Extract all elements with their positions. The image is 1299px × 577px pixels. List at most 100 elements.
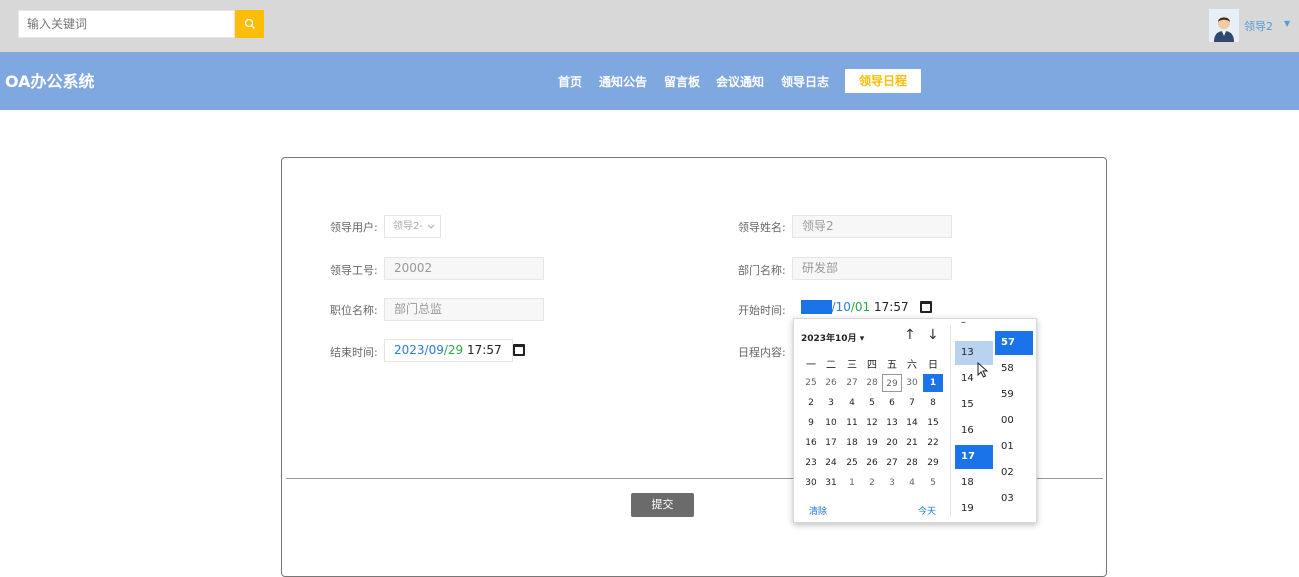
- start-day: 01: [854, 300, 871, 314]
- minute-option[interactable]: 01: [995, 435, 1033, 459]
- calendar-day[interactable]: 10: [821, 414, 841, 432]
- calendar-day[interactable]: 25: [801, 374, 821, 392]
- search-input[interactable]: [18, 10, 235, 38]
- picker-separator: [950, 325, 951, 517]
- calendar-day[interactable]: 7: [902, 394, 922, 412]
- end-time-field[interactable]: 2023/09/29 17:57: [384, 339, 526, 362]
- hour-option[interactable]: 16: [955, 419, 993, 443]
- nav-item-meetings[interactable]: 会议通知: [716, 73, 764, 90]
- calendar-day[interactable]: 13: [882, 414, 902, 432]
- brand-title: OA办公系统: [5, 72, 95, 91]
- nav-item-leader-log[interactable]: 领导日志: [781, 73, 829, 90]
- user-name[interactable]: 领导2: [1244, 18, 1273, 34]
- month-selector[interactable]: 2023年10月 ▾: [801, 331, 864, 344]
- calendar-day[interactable]: 27: [882, 454, 902, 472]
- calendar-day[interactable]: 22: [923, 434, 943, 452]
- end-year: 2023: [394, 343, 425, 357]
- calendar-day[interactable]: 16: [801, 434, 821, 452]
- next-month-arrow-icon[interactable]: ↓: [927, 327, 939, 343]
- calendar-day[interactable]: 25: [842, 454, 862, 472]
- calendar-icon[interactable]: [920, 301, 933, 313]
- calendar-icon[interactable]: [513, 344, 526, 356]
- search-icon: [244, 18, 255, 29]
- minute-option[interactable]: 03: [995, 487, 1033, 511]
- leader-name-field[interactable]: 领导2: [792, 215, 952, 238]
- calendar-day[interactable]: 23: [801, 454, 821, 472]
- calendar-day[interactable]: 4: [842, 394, 862, 412]
- minute-option[interactable]: 59: [995, 383, 1033, 407]
- leader-no-field[interactable]: 20002: [384, 257, 544, 280]
- weekday-label: 四: [867, 360, 877, 371]
- calendar-day[interactable]: 31: [821, 474, 841, 492]
- calendar-day[interactable]: 19: [862, 434, 882, 452]
- nav-item-home[interactable]: 首页: [558, 73, 582, 90]
- today-button[interactable]: 今天: [918, 504, 936, 517]
- start-month: 10: [835, 300, 851, 314]
- hour-option[interactable]: 15: [955, 393, 993, 417]
- avatar[interactable]: [1209, 9, 1239, 42]
- calendar-day[interactable]: 28: [862, 374, 882, 392]
- hour-option-selected[interactable]: 17: [955, 445, 993, 469]
- calendar-day[interactable]: 26: [821, 374, 841, 392]
- nav-bar: OA办公系统 首页 通知公告 留言板 会议通知 领导日志 领导日程: [0, 52, 1299, 110]
- nav-item-leader-schedule[interactable]: 领导日程: [845, 69, 921, 93]
- weekday-label: 日: [928, 360, 938, 371]
- dept-label: 部门名称:: [738, 264, 786, 277]
- weekday-label: 二: [826, 360, 836, 371]
- calendar-day[interactable]: 15: [923, 414, 943, 432]
- weekday-label: 六: [907, 360, 917, 371]
- position-field[interactable]: 部门总监: [384, 298, 544, 321]
- calendar-day[interactable]: 12: [862, 414, 882, 432]
- calendar-day[interactable]: 27: [842, 374, 862, 392]
- calendar-day[interactable]: 21: [902, 434, 922, 452]
- calendar-day[interactable]: 26: [862, 454, 882, 472]
- position-label: 职位名称:: [330, 304, 378, 317]
- leader-user-select[interactable]: 领导2-: [384, 215, 441, 238]
- dept-field[interactable]: 研发部: [792, 257, 952, 280]
- nav-item-notices[interactable]: 通知公告: [599, 73, 647, 90]
- calendar-day[interactable]: 11: [842, 414, 862, 432]
- leader-name-label: 领导姓名:: [738, 221, 786, 234]
- calendar-day[interactable]: 2: [801, 394, 821, 412]
- prev-month-arrow-icon[interactable]: ↑: [904, 327, 916, 343]
- calendar-day[interactable]: 14: [902, 414, 922, 432]
- calendar-day[interactable]: 1: [842, 474, 862, 492]
- datetime-picker: 2023年10月 ▾ ↑ ↓ 一 二 三 四 五 六 日 25 26 27 28…: [793, 317, 1037, 523]
- calendar-day[interactable]: 5: [923, 474, 943, 492]
- clear-button[interactable]: 清除: [809, 504, 827, 517]
- end-month: 09: [428, 343, 444, 357]
- content-label: 日程内容:: [738, 346, 786, 359]
- end-time-label: 结束时间:: [330, 346, 378, 359]
- calendar-day[interactable]: 3: [821, 394, 841, 412]
- calendar-day[interactable]: 18: [842, 434, 862, 452]
- calendar-day[interactable]: 24: [821, 454, 841, 472]
- submit-button[interactable]: 提交: [631, 493, 694, 517]
- start-time-field[interactable]: 2023/10/01 17:57: [801, 300, 933, 314]
- calendar-day[interactable]: 28: [902, 454, 922, 472]
- calendar-day[interactable]: 8: [923, 394, 943, 412]
- calendar-day[interactable]: 30: [902, 374, 922, 392]
- hour-option[interactable]: 18: [955, 471, 993, 495]
- hour-option[interactable]: 19: [955, 497, 993, 521]
- calendar-day[interactable]: 3: [882, 474, 902, 492]
- chevron-down-icon[interactable]: ▼: [1284, 19, 1290, 28]
- hour-option[interactable]: –: [955, 317, 993, 331]
- minute-option-selected[interactable]: 57: [995, 331, 1033, 355]
- calendar-day[interactable]: 5: [862, 394, 882, 412]
- minute-option[interactable]: 58: [995, 357, 1033, 381]
- calendar-day[interactable]: 20: [882, 434, 902, 452]
- calendar-day[interactable]: 2: [862, 474, 882, 492]
- calendar-day[interactable]: 29: [923, 454, 943, 472]
- calendar-day-today[interactable]: 29: [882, 374, 902, 392]
- calendar-day[interactable]: 9: [801, 414, 821, 432]
- calendar-day[interactable]: 30: [801, 474, 821, 492]
- weekday-label: 五: [887, 360, 897, 371]
- calendar-day[interactable]: 17: [821, 434, 841, 452]
- calendar-day[interactable]: 4: [902, 474, 922, 492]
- minute-option[interactable]: 00: [995, 409, 1033, 433]
- nav-item-message-board[interactable]: 留言板: [664, 73, 700, 90]
- minute-option[interactable]: 02: [995, 461, 1033, 485]
- calendar-day-selected[interactable]: 1: [923, 374, 943, 392]
- search-button[interactable]: [235, 10, 264, 38]
- calendar-day[interactable]: 6: [882, 394, 902, 412]
